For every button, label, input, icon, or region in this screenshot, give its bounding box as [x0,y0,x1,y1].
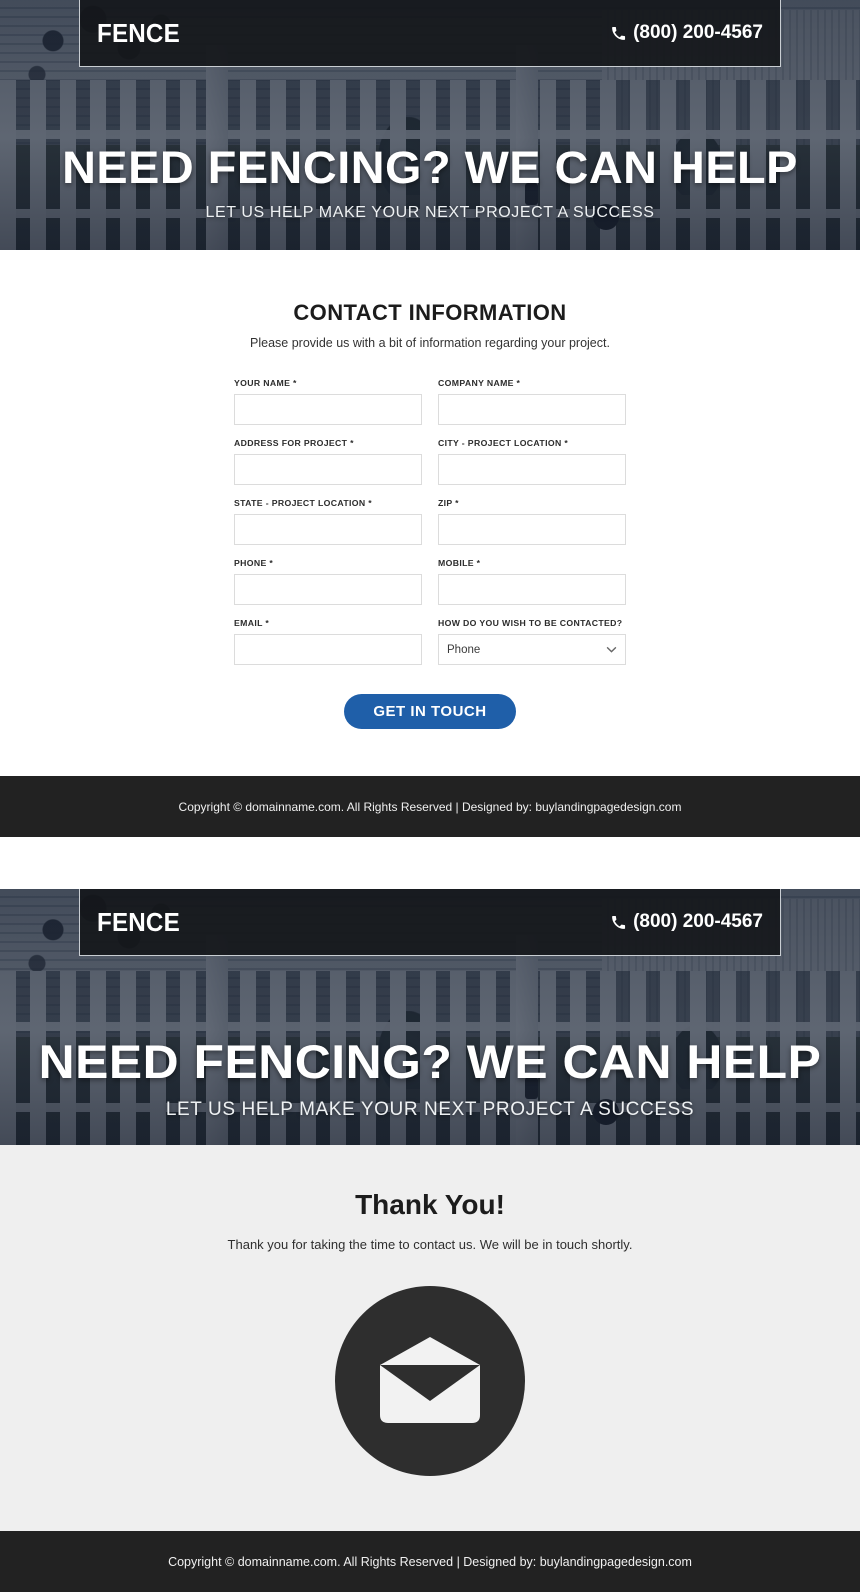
zip-input[interactable] [438,514,626,545]
label-state-project-location: STATE - PROJECT LOCATION * [234,498,372,508]
get-in-touch-button[interactable]: GET IN TOUCH [344,694,516,729]
hero-subtitle: LET US HELP MAKE YOUR NEXT PROJECT A SUC… [205,204,655,221]
footer-1: Copyright © domainname.com. All Rights R… [0,776,860,837]
label-zip: ZIP * [438,498,459,508]
cta-wrapper: GET IN TOUCH [0,694,860,729]
header-phone-number: (800) 200-4567 [633,22,763,43]
label-address-for-project: ADDRESS FOR PROJECT * [234,438,354,448]
header-phone[interactable]: (800) 200-4567 [611,22,763,44]
hero-section-2: FENCE (800) 200-4567 NEED FENCING? WE CA… [0,889,860,1145]
chevron-down-icon [606,644,617,656]
email-input[interactable] [234,634,422,665]
address-for-project-input[interactable] [234,454,422,485]
form-grid: YOUR NAME * COMPANY NAME * ADDRESS FOR P… [234,378,626,665]
field-company-name: COMPANY NAME * [438,378,626,425]
label-email: EMAIL * [234,618,270,628]
hero-subtitle-2: LET US HELP MAKE YOUR NEXT PROJECT A SUC… [165,1099,695,1120]
hero-text-2: NEED FENCING? WE CAN HELP LET US HELP MA… [0,1034,860,1121]
form-description: Please provide us with a bit of informat… [250,336,610,350]
contact-preference-select[interactable]: Phone [438,634,626,665]
field-city-project-location: CITY - PROJECT LOCATION * [438,438,626,485]
field-address-for-project: ADDRESS FOR PROJECT * [234,438,422,485]
label-your-name: YOUR NAME * [234,378,297,388]
hero-text-1: NEED FENCING? WE CAN HELP LET US HELP MA… [0,142,860,222]
company-name-input[interactable] [438,394,626,425]
label-phone: PHONE * [234,558,274,568]
site-header-2: FENCE (800) 200-4567 [79,889,781,956]
label-mobile: MOBILE * [438,558,481,568]
phone-input[interactable] [234,574,422,605]
header-phone-number-2: (800) 200-4567 [633,911,763,932]
footer-copyright-1: Copyright © domainname.com. All Rights R… [178,799,682,814]
thank-you-description: Thank you for taking the time to contact… [227,1237,633,1252]
contact-preference-value: Phone [447,643,481,656]
header-phone-2[interactable]: (800) 200-4567 [611,911,763,933]
field-your-name: YOUR NAME * [234,378,422,425]
city-project-location-input[interactable] [438,454,626,485]
phone-icon [611,26,626,41]
footer-2: Copyright © domainname.com. All Rights R… [0,1531,860,1592]
hero-title-2: NEED FENCING? WE CAN HELP [38,1035,822,1088]
field-contact-preference: HOW DO YOU WISH TO BE CONTACTED? Phone [438,618,626,665]
logo[interactable]: FENCE [97,18,180,49]
your-name-input[interactable] [234,394,422,425]
site-header: FENCE (800) 200-4567 [79,0,781,67]
label-city-project-location: CITY - PROJECT LOCATION * [438,438,569,448]
label-contact-preference: HOW DO YOU WISH TO BE CONTACTED? [438,618,623,628]
section-divider [0,837,860,889]
phone-icon [611,915,626,930]
mobile-input[interactable] [438,574,626,605]
thank-you-section: Thank You! Thank you for taking the time… [0,1145,860,1531]
field-phone: PHONE * [234,558,422,605]
hero-title: NEED FENCING? WE CAN HELP [62,142,798,193]
field-zip: ZIP * [438,498,626,545]
thank-you-title: Thank You! [355,1189,505,1220]
field-mobile: MOBILE * [438,558,626,605]
form-title: CONTACT INFORMATION [293,300,567,325]
field-email: EMAIL * [234,618,422,665]
state-project-location-input[interactable] [234,514,422,545]
footer-copyright-2: Copyright © domainname.com. All Rights R… [168,1554,692,1569]
contact-form-section: CONTACT INFORMATION Please provide us wi… [0,250,860,776]
landing-page: FENCE (800) 200-4567 NEED FENCING? WE CA… [0,0,860,1592]
field-state-project-location: STATE - PROJECT LOCATION * [234,498,422,545]
label-company-name: COMPANY NAME * [438,378,521,388]
logo-2[interactable]: FENCE [97,907,180,938]
hero-section-1: FENCE (800) 200-4567 NEED FENCING? WE CA… [0,0,860,250]
envelope-icon [335,1286,525,1476]
